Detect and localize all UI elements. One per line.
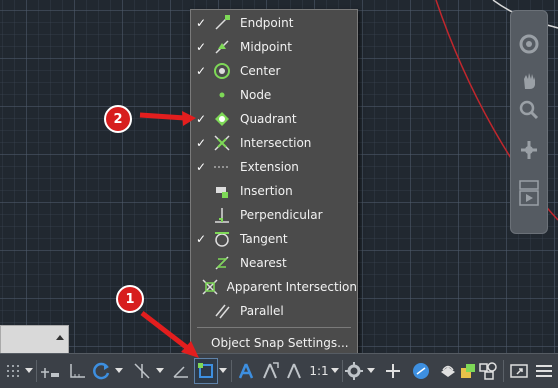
midpoint-snap-icon (212, 37, 232, 57)
osnap-menu-item-intersection[interactable]: ✓ Intersection (191, 131, 357, 155)
menu-divider (197, 327, 351, 328)
osnap-menu-item-label: Nearest (240, 256, 287, 270)
checkmark-icon: ✓ (196, 160, 207, 174)
tangent-snap-icon (212, 229, 232, 249)
customization-icon[interactable] (478, 358, 498, 384)
polar-dropdown-icon[interactable] (114, 358, 124, 384)
grid-dropdown-icon[interactable] (24, 358, 34, 384)
steering-wheel-icon[interactable] (517, 33, 541, 55)
showmotion-icon[interactable] (517, 179, 541, 206)
osnap-menu-item-label: Intersection (240, 136, 312, 150)
apparent-intersection-snap-icon (201, 277, 219, 297)
insertion-snap-icon (212, 181, 232, 201)
annotation-scale-value[interactable]: 1:1 (307, 358, 331, 384)
isolate-objects-icon[interactable] (438, 358, 458, 384)
callout-badge-1: 1 (116, 285, 144, 313)
osnap-menu-item-nearest[interactable]: Nearest (191, 251, 357, 275)
endpoint-snap-icon (212, 13, 232, 33)
object-snap-tracking-icon[interactable] (170, 358, 192, 384)
checkmark-icon: ✓ (196, 40, 207, 54)
orbit-icon[interactable] (517, 139, 541, 161)
osnap-menu-item-center[interactable]: ✓ Center (191, 59, 357, 83)
callout-badge-2: 2 (104, 105, 132, 133)
osnap-menu-item-label: Insertion (240, 184, 293, 198)
node-snap-icon (212, 85, 232, 105)
osnap-menu-item-label: Quadrant (240, 112, 297, 126)
osnap-menu-item-midpoint[interactable]: ✓ Midpoint (191, 35, 357, 59)
osnap-menu-item-extension[interactable]: ✓ Extension (191, 155, 357, 179)
checkmark-icon: ✓ (196, 136, 207, 150)
clean-screen-icon[interactable] (508, 358, 530, 384)
osnap-menu-item-perpendicular[interactable]: Perpendicular (191, 203, 357, 227)
osnap-menu-item-apparent-intersection[interactable]: Apparent Intersection (191, 275, 357, 299)
status-bar: 1:1 (0, 353, 558, 388)
osnap-menu-item-label: Perpendicular (240, 208, 323, 222)
osnap-menu-item-node[interactable]: Node (191, 83, 357, 107)
nearest-snap-icon (212, 253, 232, 273)
navigation-bar (510, 10, 548, 234)
center-snap-icon (212, 61, 232, 81)
osnap-menu-item-label: Extension (240, 160, 299, 174)
layout-tabs-panel[interactable] (0, 325, 69, 354)
osnap-menu-item-tangent[interactable]: ✓ Tangent (191, 227, 357, 251)
add-plus-icon[interactable] (382, 358, 404, 384)
workspace-gear-icon[interactable] (344, 358, 364, 384)
osnap-menu-item-insertion[interactable]: Insertion (191, 179, 357, 203)
osnap-menu-item-label: Parallel (240, 304, 284, 318)
perpendicular-snap-icon (212, 205, 232, 225)
extension-snap-icon (212, 157, 232, 177)
checkmark-icon: ✓ (196, 64, 207, 78)
object-snap-settings-label: Object Snap Settings... (211, 336, 349, 350)
ortho-mode-icon[interactable] (66, 358, 88, 384)
osnap-menu-item-label: Node (240, 88, 272, 102)
annotation-scale-label: 1:1 (309, 364, 329, 378)
checkmark-icon: ✓ (196, 232, 207, 246)
panel-expand-arrow-icon[interactable] (56, 335, 64, 340)
isodraft-dropdown-icon[interactable] (155, 358, 165, 384)
grid-icon[interactable] (4, 358, 22, 384)
osnap-menu-item-label: Tangent (240, 232, 288, 246)
osnap-menu-item-label: Endpoint (240, 16, 294, 30)
annotation-visibility-icon[interactable] (235, 358, 257, 384)
isodraft-icon[interactable] (130, 358, 154, 384)
object-snap-button[interactable] (194, 358, 218, 384)
checkmark-icon: ✓ (196, 16, 207, 30)
osnap-menu-item-label: Center (240, 64, 281, 78)
annotation-scale-icon[interactable] (283, 358, 305, 384)
auto-scale-icon[interactable] (259, 358, 281, 384)
workspace-dropdown-icon[interactable] (366, 358, 376, 384)
pan-hand-icon[interactable] (517, 69, 541, 91)
object-snap-settings-menu-item[interactable]: Object Snap Settings... (191, 332, 357, 354)
snap-mode-icon[interactable] (40, 358, 62, 384)
object-snap-menu: ✓ Endpoint ✓ Midpoint ✓ Center Node ✓ Quadrant ✓ I… (190, 9, 358, 356)
osnap-menu-item-label: Apparent Intersection (226, 280, 357, 294)
osnap-menu-item-quadrant[interactable]: ✓ Quadrant (191, 107, 357, 131)
osnap-menu-item-parallel[interactable]: Parallel (191, 299, 357, 323)
hardware-acceleration-icon[interactable] (410, 358, 432, 384)
osnap-menu-item-endpoint[interactable]: ✓ Endpoint (191, 11, 357, 35)
checkmark-icon: ✓ (196, 112, 207, 126)
quick-properties-icon[interactable] (458, 358, 478, 384)
parallel-snap-icon (212, 301, 232, 321)
scale-dropdown-icon[interactable] (330, 358, 340, 384)
quadrant-snap-icon (212, 109, 232, 129)
intersection-snap-icon (212, 133, 232, 153)
zoom-magnifier-icon[interactable] (517, 99, 541, 121)
hamburger-menu-icon[interactable] (534, 358, 554, 384)
osnap-menu-item-label: Midpoint (240, 40, 292, 54)
polar-tracking-icon[interactable] (90, 358, 112, 384)
object-snap-dropdown-icon[interactable] (218, 358, 228, 384)
